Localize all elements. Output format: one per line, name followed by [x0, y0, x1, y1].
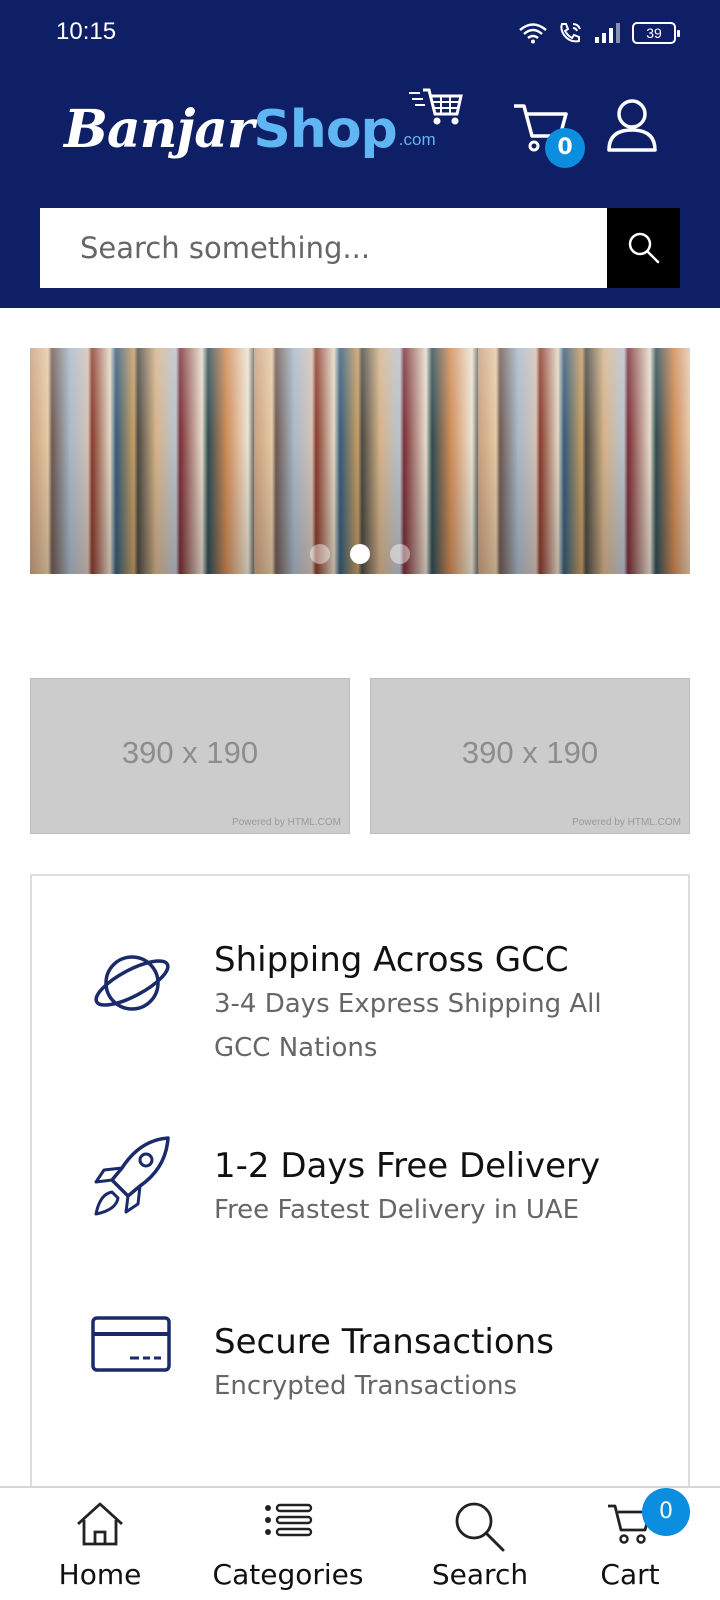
header-cart-badge: 0 — [545, 128, 585, 168]
app-header: 10:15 39 Banjar Shop .com 0 Search somet… — [0, 0, 720, 308]
hero-banner-carousel[interactable] — [30, 348, 690, 574]
home-icon — [77, 1502, 123, 1546]
tile-credit-text: Powered by HTML.COM — [572, 817, 681, 828]
nav-label: Search — [431, 1558, 529, 1591]
tile-size-text: 390 x 190 — [461, 735, 599, 770]
battery-icon: 39 — [632, 22, 680, 44]
rocket-icon — [94, 1136, 170, 1216]
logo-cart-icon — [409, 88, 463, 125]
feature-title: Shipping Across GCC — [214, 940, 569, 980]
tile-credit-text: Powered by HTML.COM — [232, 817, 341, 828]
planet-icon — [94, 955, 170, 1011]
search-icon — [628, 232, 659, 264]
nav-home[interactable]: Home — [40, 1488, 160, 1600]
search-button[interactable] — [607, 208, 680, 288]
tile-size-text: 390 x 190 — [121, 735, 259, 770]
feature-title: Secure Transactions — [214, 1322, 554, 1362]
feature-description: 3-4 Days Express Shipping All GCC Nation… — [214, 989, 602, 1063]
carousel-dots — [30, 544, 690, 564]
user-account-icon[interactable] — [606, 98, 658, 154]
wifi-icon — [519, 23, 547, 44]
signal-icon — [595, 23, 620, 43]
promo-tile-right[interactable]: 390 x 190 Powered by HTML.COM — [370, 678, 690, 834]
search-input[interactable] — [40, 208, 607, 288]
carousel-dot-2[interactable] — [350, 544, 370, 564]
feature-description: Encrypted Transactions — [214, 1371, 518, 1401]
logo-text-suffix: .com — [398, 130, 436, 149]
status-time: 10:15 — [56, 18, 117, 45]
feature-description: Free Fastest Delivery in UAE — [214, 1195, 580, 1225]
carousel-dot-3[interactable] — [390, 544, 410, 564]
logo-text-banjar: Banjar — [64, 99, 254, 160]
promo-tile-left[interactable]: 390 x 190 Powered by HTML.COM — [30, 678, 350, 834]
search-bar — [40, 208, 607, 288]
bottom-navigation: Home Categories Search Cart — [0, 1486, 720, 1600]
wifi-calling-icon — [560, 23, 581, 43]
nav-label: Categories — [212, 1558, 364, 1591]
logo-text-shop: Shop — [253, 100, 397, 160]
features-panel: Shipping Across GCC 3-4 Days Express Shi… — [30, 874, 690, 1494]
nav-label: Home — [58, 1558, 142, 1591]
brand-logo[interactable]: Banjar Shop .com — [64, 88, 463, 162]
feature-title: 1-2 Days Free Delivery — [214, 1146, 601, 1186]
nav-categories[interactable]: Categories — [206, 1488, 370, 1600]
list-icon — [265, 1503, 313, 1537]
search-icon — [455, 1502, 505, 1552]
nav-search[interactable]: Search — [420, 1488, 540, 1600]
carousel-dot-1[interactable] — [310, 544, 330, 564]
nav-cart-badge: 0 — [642, 1488, 690, 1536]
status-bar: 10:15 39 — [0, 0, 720, 66]
credit-card-icon — [91, 1316, 171, 1372]
nav-label: Cart — [600, 1558, 660, 1591]
status-icons: 39 — [518, 20, 680, 46]
